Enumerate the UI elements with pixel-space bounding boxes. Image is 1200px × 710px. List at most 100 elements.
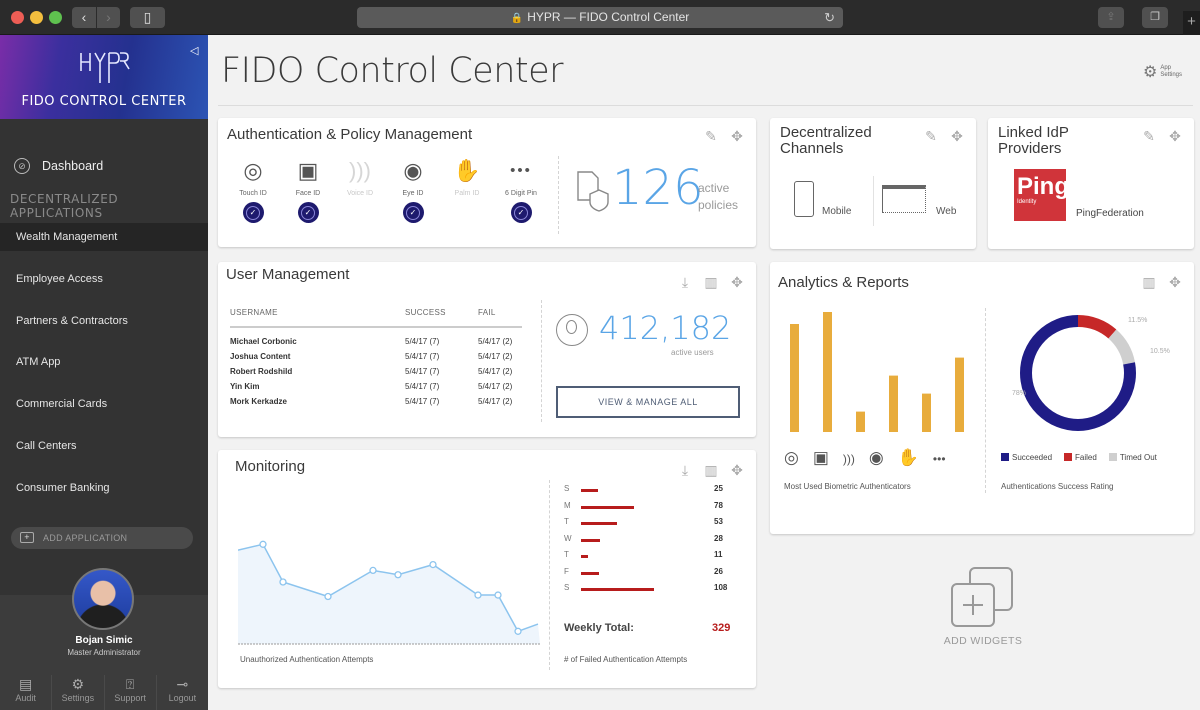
card-tools: ✎ ✥ [1140, 128, 1184, 145]
cell-name: Robert Rodshild [230, 367, 293, 376]
edit-icon[interactable]: ✎ [922, 128, 940, 145]
add-widgets-button[interactable]: ADD WIDGETS [943, 635, 1023, 647]
table-row[interactable]: Yin Kim 5/4/17 (7) 5/4/17 (2) [230, 378, 522, 393]
sidebar-item-consumer-banking[interactable]: Consumer Banking [0, 474, 208, 502]
auth-method-label: Face ID [295, 190, 321, 197]
web-icon [882, 185, 926, 213]
close-window-button[interactable] [11, 11, 24, 24]
tabs-button[interactable]: ❐ [1142, 7, 1168, 28]
settings-button[interactable]: ⚙ Settings [52, 675, 105, 710]
sidebar-item-atm-app[interactable]: ATM App [0, 348, 208, 376]
sidebar-item-dashboard[interactable]: ⊘ Dashboard [0, 148, 208, 184]
enabled-check-icon[interactable]: ✓ [402, 202, 424, 223]
user-role: Master Administrator [67, 648, 141, 657]
pin-icon: ••• [510, 162, 532, 179]
table-row[interactable]: Robert Rodshild 5/4/17 (7) 5/4/17 (2) [230, 363, 522, 378]
active-policies-label: active policies [698, 181, 739, 212]
audit-icon: ▤ [19, 676, 33, 692]
share-button[interactable]: ⇪ [1098, 7, 1124, 28]
sidebar-toggle-button[interactable]: ▯ [130, 7, 165, 28]
edit-icon[interactable]: ✎ [1140, 128, 1158, 145]
download-icon[interactable]: ⤓ [676, 274, 694, 291]
address-bar[interactable]: 🔒 HYPR — FIDO Control Center ↻ [357, 7, 843, 28]
divider [541, 300, 542, 422]
new-tab-button[interactable]: + [1183, 11, 1200, 35]
move-icon[interactable]: ✥ [1166, 128, 1184, 145]
move-icon[interactable]: ✥ [728, 274, 746, 291]
failed-bar [581, 555, 589, 558]
provider-label[interactable]: PingFederation [1076, 208, 1144, 219]
move-icon[interactable]: ✥ [1166, 274, 1184, 291]
cell-success: 5/4/17 (7) [405, 352, 440, 361]
add-application-button[interactable]: + ADD APPLICATION [11, 527, 193, 549]
data-point [429, 560, 437, 569]
sidebar-item-commercial-cards[interactable]: Commercial Cards [0, 390, 208, 418]
data-point [394, 571, 402, 579]
failed-chart-caption: # of Failed Authentication Attempts [564, 655, 688, 664]
sidebar-item-employee-access[interactable]: Employee Access [0, 265, 208, 293]
forward-button[interactable]: › [97, 7, 120, 28]
hypr-logo [80, 52, 130, 83]
failed-bar [581, 522, 617, 525]
minimize-window-button[interactable] [30, 11, 43, 24]
failed-attempts-row: S 108 [564, 583, 744, 595]
logout-label: Logout [168, 693, 197, 703]
move-icon[interactable]: ✥ [728, 128, 746, 145]
auth-method-palm-id[interactable]: ✋ Palm ID [439, 156, 495, 197]
column-header-fail[interactable]: FAIL [478, 308, 522, 328]
brand-title: FIDO CONTROL CENTER [21, 94, 187, 109]
sidebar-item-wealth-management[interactable]: Wealth Management [0, 223, 214, 251]
edit-icon[interactable]: ✎ [702, 128, 720, 145]
download-icon[interactable]: ⤓ [676, 462, 694, 479]
cell-name: Yin Kim [230, 382, 260, 391]
sidebar-item-partners-contractors[interactable]: Partners & Contractors [0, 307, 208, 335]
auth-method-touch-id[interactable]: ◎ Touch ID ✓ [225, 156, 281, 223]
failed-bar [581, 505, 634, 509]
divider [218, 105, 1193, 106]
back-button[interactable]: ‹ [72, 7, 96, 28]
move-icon[interactable]: ✥ [948, 128, 966, 145]
data-point [279, 578, 287, 586]
donut-caption: Authentications Success Rating [1001, 482, 1114, 491]
reload-icon[interactable]: ↻ [824, 7, 835, 28]
move-icon[interactable]: ✥ [728, 462, 746, 479]
biometric-bar-chart [790, 312, 964, 432]
column-header-username[interactable]: USERNAME [230, 308, 405, 328]
bar [856, 411, 865, 432]
auth-method-eye-id[interactable]: ◉ Eye ID ✓ [385, 156, 441, 223]
auth-method-6-digit-pin[interactable]: ••• 6 Digit Pin ✓ [493, 156, 549, 223]
table-row[interactable]: Joshua Content 5/4/17 (7) 5/4/17 (2) [230, 348, 522, 363]
logout-icon: ⊸ [176, 676, 189, 692]
gear-icon: ⚙ [71, 676, 85, 692]
app-settings-button[interactable]: ⚙ App Settings [1143, 64, 1182, 80]
collapse-sidebar-icon[interactable]: ◁ [190, 44, 198, 57]
page-title: FIDO Control Center [221, 51, 564, 91]
audit-button[interactable]: ▤ Audit [0, 675, 53, 710]
voice-icon: ))) [842, 452, 855, 466]
column-header-success[interactable]: SUCCESS [405, 308, 478, 328]
palm-icon: ✋ [897, 448, 919, 467]
table-row[interactable]: Mork Kerkadze 5/4/17 (7) 5/4/17 (2) [230, 393, 522, 408]
day-label: F [564, 566, 569, 576]
avatar[interactable] [72, 568, 134, 630]
enabled-check-icon[interactable]: ✓ [297, 202, 319, 223]
fingerprint-icon: ◎ [243, 158, 263, 183]
enabled-check-icon[interactable]: ✓ [510, 202, 532, 223]
auth-method-face-id[interactable]: ▣ Face ID ✓ [280, 156, 336, 223]
enabled-check-icon[interactable]: ✓ [242, 202, 264, 223]
chart-icon[interactable]: ▥ [702, 462, 720, 479]
add-application-label: ADD APPLICATION [43, 533, 128, 543]
table-row[interactable]: Michael Corbonic 5/4/17 (7) 5/4/17 (2) [230, 327, 522, 348]
support-button[interactable]: ⍰ Support [105, 675, 157, 710]
chart-icon[interactable]: ▥ [1140, 274, 1158, 291]
audit-label: Audit [15, 693, 36, 703]
chart-icon[interactable]: ▥ [702, 274, 720, 291]
compass-icon: ⊘ [14, 158, 30, 174]
card-title: User Management [226, 266, 350, 283]
view-manage-all-button[interactable]: VIEW & MANAGE ALL [556, 386, 740, 418]
auth-method-voice-id[interactable]: ))) Voice ID [332, 156, 388, 197]
add-widgets-icon[interactable] [950, 566, 1016, 632]
logout-button[interactable]: ⊸ Logout [157, 675, 208, 710]
maximize-window-button[interactable] [49, 11, 62, 24]
sidebar-item-call-centers[interactable]: Call Centers [0, 432, 208, 460]
